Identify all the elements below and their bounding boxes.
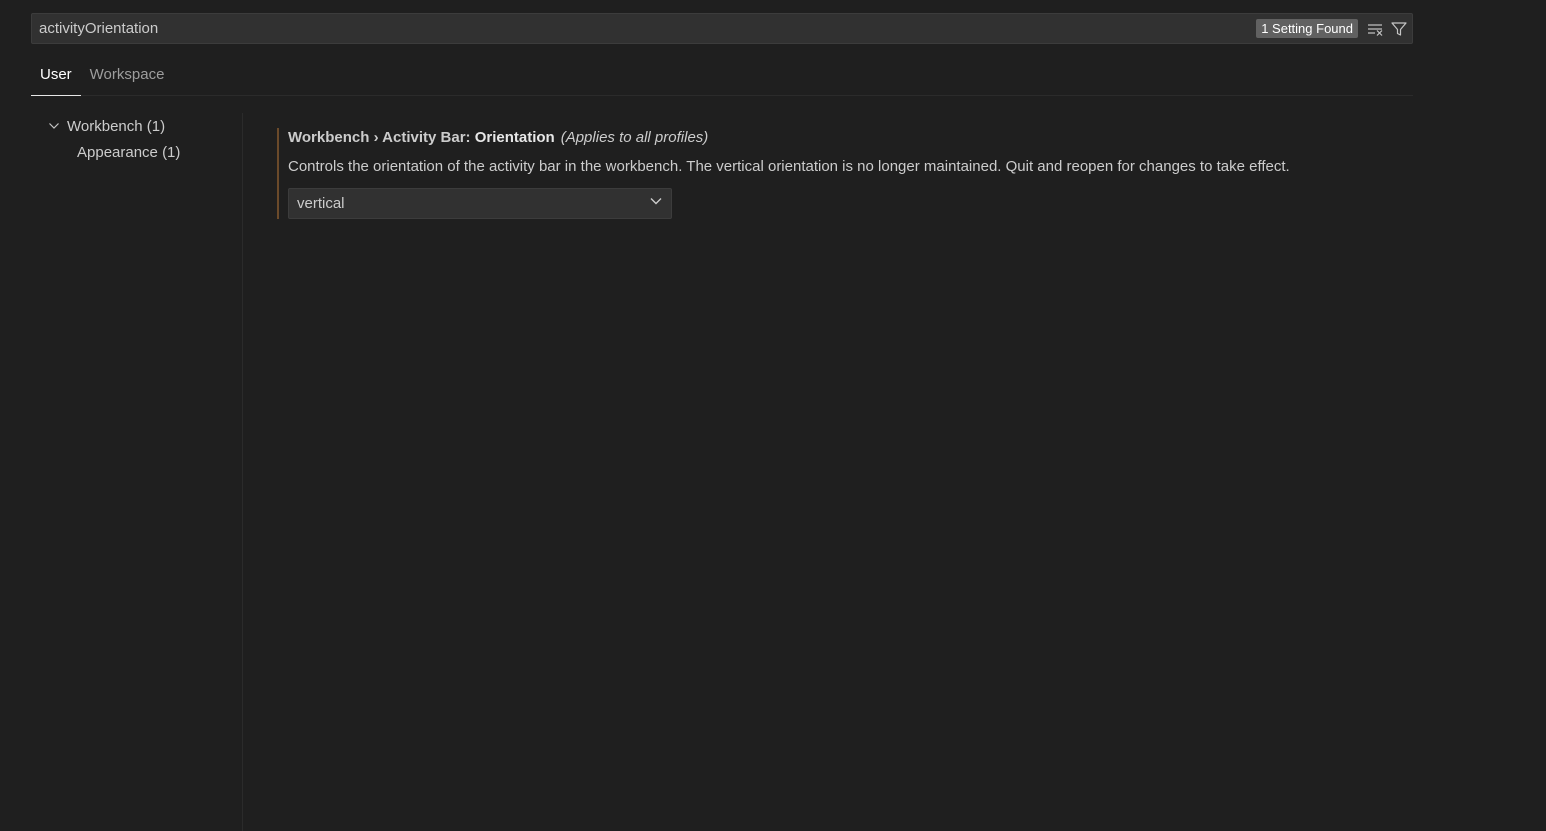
settings-search-bar: 1 Setting Found [31,13,1413,44]
tab-user[interactable]: User [31,56,81,96]
settings-editor: 1 Setting Found User Workspace [0,0,1546,831]
setting-item-activity-bar-orientation: Workbench › Activity Bar: Orientation (Ap… [277,128,1407,219]
tab-workspace-label: Workspace [89,66,165,83]
search-result-count-badge: 1 Setting Found [1256,19,1358,38]
settings-toc: Workbench (1) Appearance (1) [31,113,241,165]
toc-item-appearance-label: Appearance (1) [77,143,181,161]
toc-item-workbench[interactable]: Workbench (1) [31,113,241,139]
toc-item-workbench-label: Workbench (1) [67,117,166,135]
clear-filter-icon[interactable] [1364,18,1386,40]
setting-category: Workbench › Activity Bar: [288,129,475,146]
chevron-down-icon[interactable] [46,118,62,134]
tab-user-label: User [40,66,72,83]
setting-scope-note: (Applies to all profiles) [560,129,709,146]
orientation-select[interactable]: vertical [288,188,672,219]
setting-title: Workbench › Activity Bar: Orientation (Ap… [288,128,1407,147]
toc-item-appearance[interactable]: Appearance (1) [31,139,241,165]
setting-key: Orientation [474,129,555,146]
toc-divider [242,113,243,831]
chevron-down-icon [649,194,663,213]
setting-description: Controls the orientation of the activity… [288,158,1290,175]
settings-search-input[interactable] [32,14,1257,43]
filter-icon[interactable] [1388,18,1410,40]
orientation-select-value: vertical [297,195,345,212]
settings-scope-tabs: User Workspace [31,56,1413,96]
tab-workspace[interactable]: Workspace [81,56,174,95]
